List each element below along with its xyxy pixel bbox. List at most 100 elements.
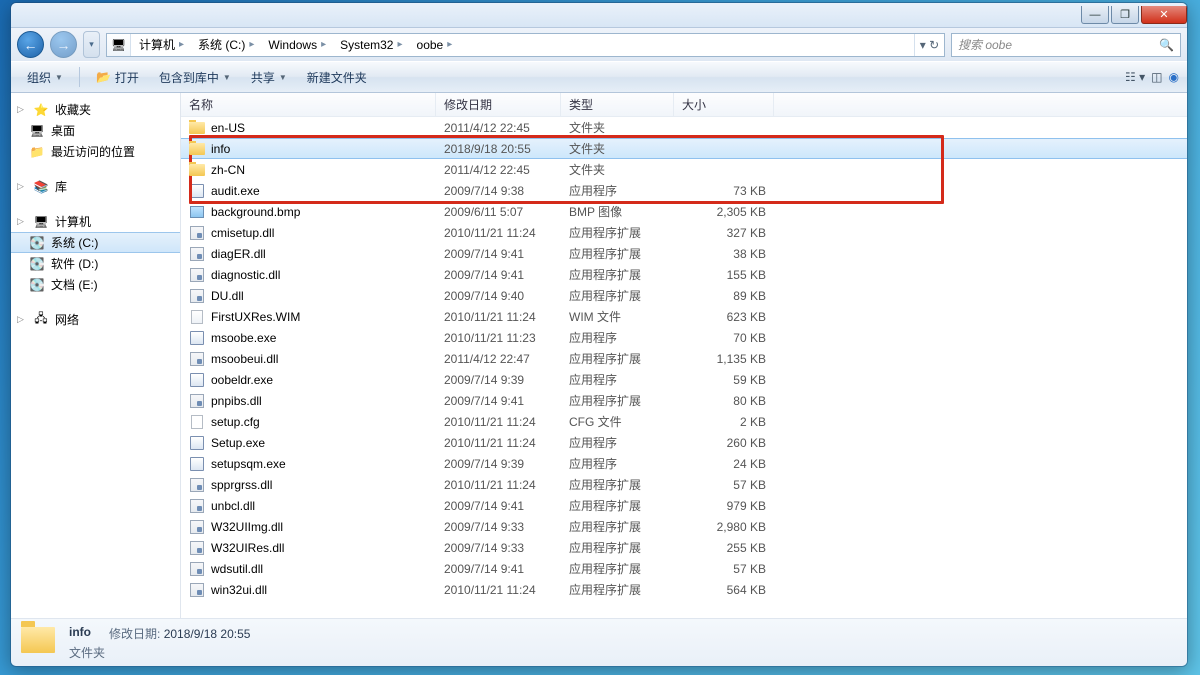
address-dropdown-button[interactable]: ▾ ↻ [914, 34, 944, 56]
file-size: 59 KB [682, 373, 774, 387]
file-name: zh-CN [211, 163, 245, 177]
file-row[interactable]: wdsutil.dll2009/7/14 9:41应用程序扩展57 KB [181, 558, 1187, 579]
col-size[interactable]: 大小 [674, 93, 774, 116]
file-type: 应用程序扩展 [569, 518, 682, 535]
titlebar[interactable]: — ❐ ✕ [11, 3, 1187, 28]
file-name: cmisetup.dll [211, 226, 274, 240]
crumb-windows[interactable]: Windows▸ [260, 34, 332, 56]
file-date: 2009/7/14 9:41 [444, 394, 569, 408]
status-date: 2018/9/18 20:55 [164, 627, 251, 641]
file-name: background.bmp [211, 205, 300, 219]
organize-button[interactable]: 组织▼ [19, 65, 71, 90]
explorer-window: — ❐ ✕ ← → ▾ 🖥 计算机▸ 系统 (C:)▸ Windows▸ Sys… [10, 2, 1188, 667]
file-date: 2010/11/21 11:24 [444, 310, 569, 324]
drive-icon: 💽 [29, 277, 45, 293]
file-row[interactable]: en-US2011/4/12 22:45文件夹 [181, 117, 1187, 138]
file-name: en-US [211, 121, 245, 135]
dll-icon [189, 288, 205, 304]
file-name: unbcl.dll [211, 499, 255, 513]
file-row[interactable]: W32UIImg.dll2009/7/14 9:33应用程序扩展2,980 KB [181, 516, 1187, 537]
sidebar-recent[interactable]: 📁最近访问的位置 [11, 141, 180, 162]
sidebar-libraries[interactable]: ▷📚库 [11, 176, 180, 197]
file-size: 2,305 KB [682, 205, 774, 219]
sidebar-favorites[interactable]: ▷⭐收藏夹 [11, 99, 180, 120]
history-dropdown-button[interactable]: ▾ [83, 31, 100, 58]
file-date: 2011/4/12 22:45 [444, 121, 569, 135]
search-input[interactable]: 搜索 oobe 🔍 [951, 33, 1181, 57]
file-row[interactable]: win32ui.dll2010/11/21 11:24应用程序扩展564 KB [181, 579, 1187, 600]
file-row[interactable]: msoobe.exe2010/11/21 11:23应用程序70 KB [181, 327, 1187, 348]
crumb-c[interactable]: 系统 (C:)▸ [190, 34, 260, 56]
file-name: setup.cfg [211, 415, 260, 429]
file-type: 应用程序扩展 [569, 245, 682, 262]
crumb-oobe[interactable]: oobe▸ [409, 34, 459, 56]
wim-icon [189, 309, 205, 325]
help-button[interactable]: ◉ [1169, 70, 1179, 84]
file-row[interactable]: FirstUXRes.WIM2010/11/21 11:24WIM 文件623 … [181, 306, 1187, 327]
crumb-system32[interactable]: System32▸ [332, 34, 408, 56]
file-date: 2010/11/21 11:23 [444, 331, 569, 345]
library-icon: 📚 [33, 179, 49, 195]
file-type: 应用程序扩展 [569, 497, 682, 514]
file-name: Setup.exe [211, 436, 265, 450]
file-row[interactable]: setupsqm.exe2009/7/14 9:39应用程序24 KB [181, 453, 1187, 474]
sidebar-drive-d[interactable]: 💽软件 (D:) [11, 253, 180, 274]
view-options-button[interactable]: ☷ ▾ [1125, 70, 1145, 84]
include-library-button[interactable]: 包含到库中▼ [151, 65, 239, 90]
file-row[interactable]: diagER.dll2009/7/14 9:41应用程序扩展38 KB [181, 243, 1187, 264]
status-name: info [69, 625, 91, 642]
file-row[interactable]: zh-CN2011/4/12 22:45文件夹 [181, 159, 1187, 180]
file-size: 57 KB [682, 562, 774, 576]
dll-icon [189, 267, 205, 283]
share-button[interactable]: 共享▼ [243, 65, 295, 90]
file-type: BMP 图像 [569, 203, 682, 220]
folder-icon [189, 162, 205, 178]
file-row[interactable]: audit.exe2009/7/14 9:38应用程序73 KB [181, 180, 1187, 201]
breadcrumb[interactable]: 🖥 计算机▸ 系统 (C:)▸ Windows▸ System32▸ oobe▸… [106, 33, 945, 57]
file-row[interactable]: background.bmp2009/6/11 5:07BMP 图像2,305 … [181, 201, 1187, 222]
file-name: diagnostic.dll [211, 268, 280, 282]
file-date: 2011/4/12 22:47 [444, 352, 569, 366]
file-date: 2009/7/14 9:39 [444, 373, 569, 387]
sidebar-desktop[interactable]: 🖥桌面 [11, 120, 180, 141]
sidebar-computer[interactable]: ▷🖥计算机 [11, 211, 180, 232]
crumb-computer[interactable]: 计算机▸ [131, 34, 190, 56]
file-row[interactable]: diagnostic.dll2009/7/14 9:41应用程序扩展155 KB [181, 264, 1187, 285]
minimize-button[interactable]: — [1081, 6, 1109, 24]
file-row[interactable]: spprgrss.dll2010/11/21 11:24应用程序扩展57 KB [181, 474, 1187, 495]
file-type: 应用程序扩展 [569, 392, 682, 409]
sidebar-drive-c[interactable]: 💽系统 (C:) [11, 232, 180, 253]
file-row[interactable]: unbcl.dll2009/7/14 9:41应用程序扩展979 KB [181, 495, 1187, 516]
col-name[interactable]: 名称 [181, 93, 436, 116]
file-row[interactable]: DU.dll2009/7/14 9:40应用程序扩展89 KB [181, 285, 1187, 306]
status-folder-icon [21, 627, 57, 659]
file-date: 2010/11/21 11:24 [444, 226, 569, 240]
open-button[interactable]: 📂打开 [88, 65, 147, 90]
file-row[interactable]: setup.cfg2010/11/21 11:24CFG 文件2 KB [181, 411, 1187, 432]
forward-button[interactable]: → [50, 31, 77, 58]
file-row[interactable]: W32UIRes.dll2009/7/14 9:33应用程序扩展255 KB [181, 537, 1187, 558]
file-type: 应用程序 [569, 329, 682, 346]
file-row[interactable]: msoobeui.dll2011/4/12 22:47应用程序扩展1,135 K… [181, 348, 1187, 369]
col-type[interactable]: 类型 [561, 93, 674, 116]
col-date[interactable]: 修改日期 [436, 93, 561, 116]
file-row[interactable]: oobeldr.exe2009/7/14 9:39应用程序59 KB [181, 369, 1187, 390]
file-name: win32ui.dll [211, 583, 267, 597]
back-button[interactable]: ← [17, 31, 44, 58]
maximize-button[interactable]: ❐ [1111, 6, 1139, 24]
file-row[interactable]: pnpibs.dll2009/7/14 9:41应用程序扩展80 KB [181, 390, 1187, 411]
cfg-icon [189, 414, 205, 430]
close-button[interactable]: ✕ [1141, 6, 1187, 24]
file-row[interactable]: cmisetup.dll2010/11/21 11:24应用程序扩展327 KB [181, 222, 1187, 243]
sidebar-network[interactable]: ▷🖧网络 [11, 309, 180, 330]
file-row[interactable]: info2018/9/18 20:55文件夹 [181, 138, 1187, 159]
file-row[interactable]: Setup.exe2010/11/21 11:24应用程序260 KB [181, 432, 1187, 453]
preview-pane-button[interactable]: ◫ [1151, 70, 1162, 84]
file-size: 2,980 KB [682, 520, 774, 534]
sidebar-drive-e[interactable]: 💽文档 (E:) [11, 274, 180, 295]
new-folder-button[interactable]: 新建文件夹 [299, 65, 375, 90]
dll-icon [189, 582, 205, 598]
file-size: 1,135 KB [682, 352, 774, 366]
file-size: 73 KB [682, 184, 774, 198]
folder-icon [189, 120, 205, 136]
